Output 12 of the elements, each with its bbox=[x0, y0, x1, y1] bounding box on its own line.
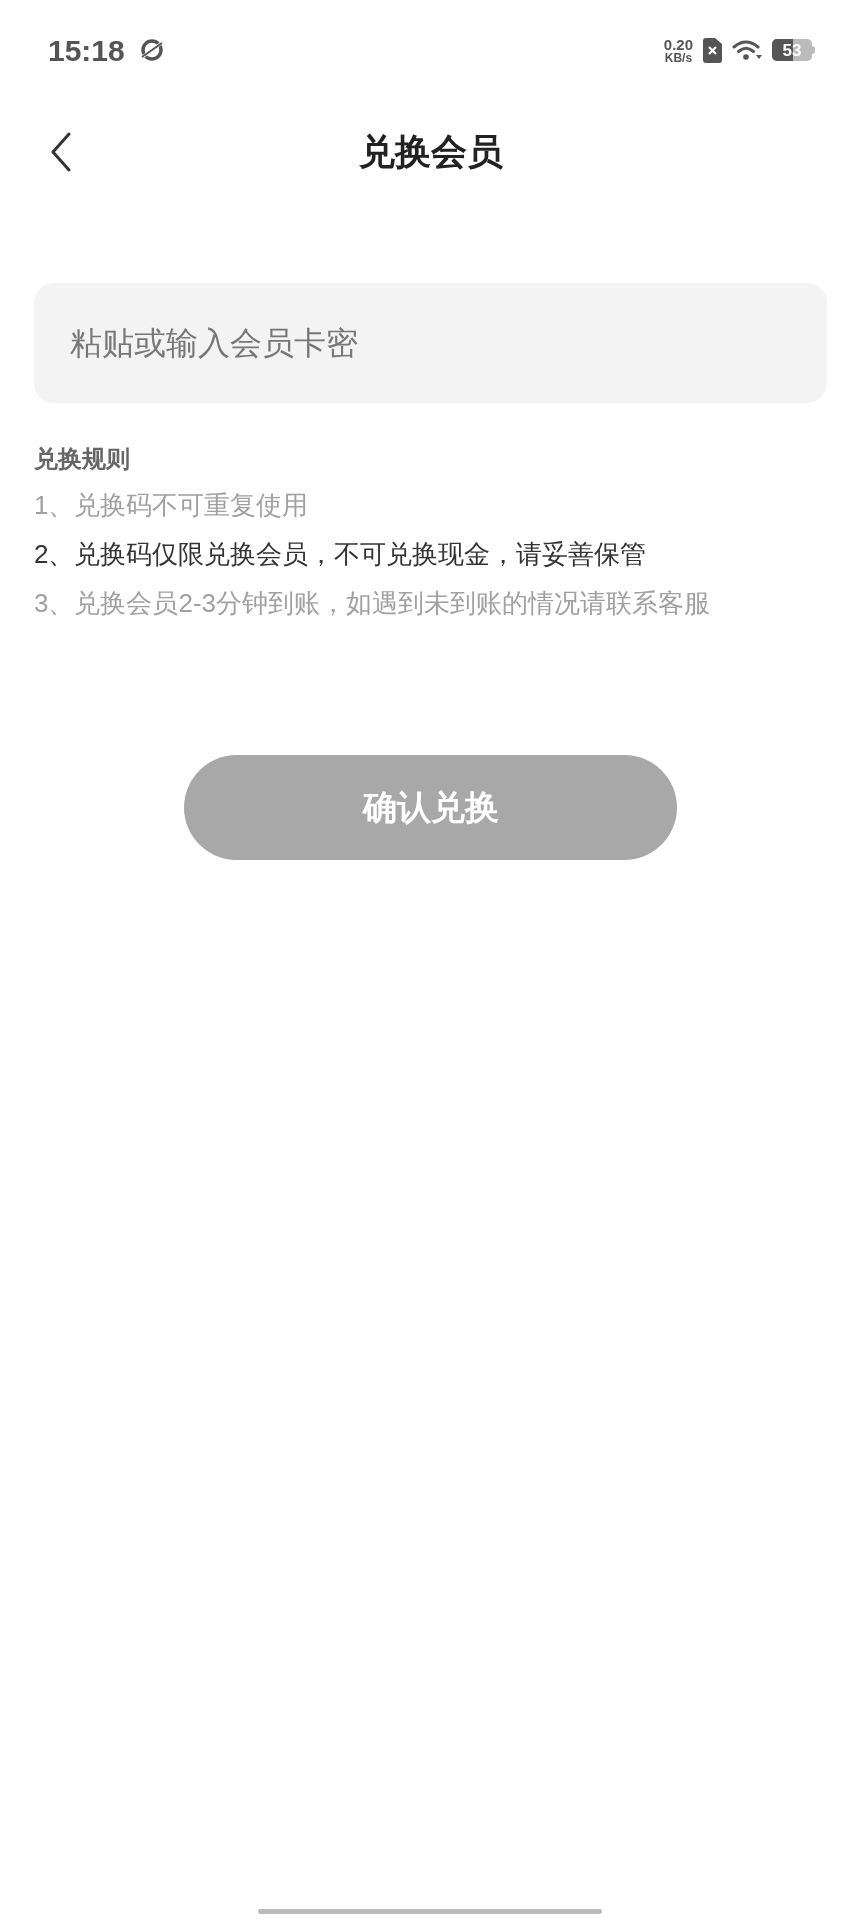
network-unit: KB/s bbox=[664, 51, 693, 64]
back-icon bbox=[50, 132, 72, 172]
rules-title: 兑换规则 bbox=[34, 444, 131, 474]
page-title: 兑换会员 bbox=[358, 130, 503, 174]
wifi-icon bbox=[732, 39, 762, 61]
sim-card-icon bbox=[703, 37, 722, 63]
rule-text: 2、兑换码仅限兑换会员，不可兑换现金，请妥善保管 bbox=[34, 538, 648, 571]
rule-text: 1、兑换码不可重复使用 bbox=[34, 489, 310, 522]
rule-text: 3、兑换会员2-3分钟到账，如遇到未到账的情况请联系客服 bbox=[34, 587, 712, 620]
network-speed: 0.20 bbox=[663, 36, 693, 52]
status-time: 15:18 bbox=[48, 32, 125, 69]
card-code-field[interactable]: 粘贴或输入会员卡密 bbox=[34, 283, 827, 403]
